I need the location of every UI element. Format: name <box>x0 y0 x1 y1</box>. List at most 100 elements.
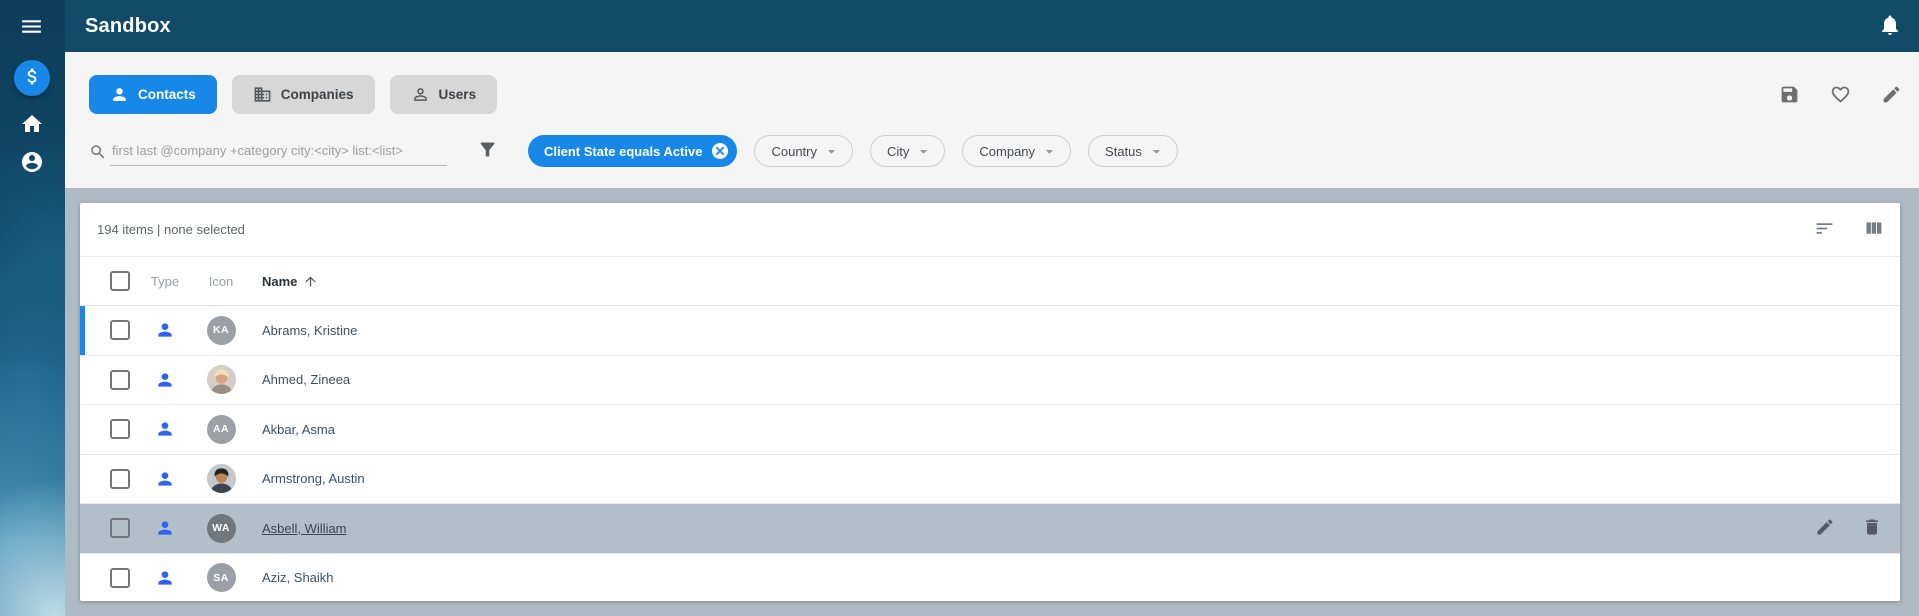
tab-companies[interactable]: Companies <box>231 75 375 114</box>
edit-row-button[interactable] <box>1815 517 1835 540</box>
avatar: KA <box>206 315 236 345</box>
dropdown-filter-chips: Country City Company Status <box>754 135 1178 167</box>
view-columns-icon <box>1863 218 1884 242</box>
edit-button[interactable] <box>1881 84 1902 108</box>
row-checkbox[interactable] <box>110 320 130 341</box>
table-row[interactable]: Ahmed, Zineea <box>80 356 1900 405</box>
list-header: 194 items | none selected <box>80 203 1900 257</box>
contact-type-icon <box>132 419 198 439</box>
table-row[interactable]: WA Asbell, William <box>80 504 1900 554</box>
avatar: SA <box>206 563 236 593</box>
home-icon <box>20 112 44 139</box>
filter-chips: Client State equals Active Country City Co… <box>528 135 1178 167</box>
sort-icon <box>1814 218 1835 242</box>
active-row-indicator <box>80 306 85 355</box>
contact-name-link[interactable]: Akbar, Asma <box>262 422 335 437</box>
edit-icon <box>1881 84 1902 108</box>
filter-chip-country[interactable]: Country <box>754 135 853 167</box>
contact-type-icon <box>132 518 198 538</box>
row-checkbox[interactable] <box>110 518 130 539</box>
columns-button[interactable] <box>1863 218 1884 242</box>
active-filter-chip[interactable]: Client State equals Active <box>528 135 738 167</box>
chevron-down-icon <box>915 143 932 160</box>
favorite-button[interactable] <box>1830 84 1851 108</box>
column-header-type: Type <box>150 273 180 289</box>
home-button[interactable] <box>20 112 44 139</box>
contact-name-link[interactable]: Ahmed, Zineea <box>262 372 350 387</box>
avatar: AA <box>206 414 236 444</box>
account-button[interactable] <box>20 150 44 177</box>
chip-label: Company <box>979 143 1036 159</box>
contact-photo-avatar <box>206 365 236 395</box>
chip-label: Country <box>771 143 817 159</box>
contact-type-icon <box>132 320 198 340</box>
chevron-down-icon <box>1148 143 1165 160</box>
chevron-down-icon <box>823 143 840 160</box>
bell-icon <box>1878 13 1902 40</box>
sort-button[interactable] <box>1814 218 1835 242</box>
remove-filter-icon[interactable] <box>711 142 729 160</box>
entity-tabs: Contacts Companies Users <box>89 75 498 114</box>
contacts-table-body: KA Abrams, Kristine Ahmed, Zineea AA Akbar, … <box>80 306 1900 601</box>
top-app-bar: Sandbox <box>65 0 1919 52</box>
save-icon <box>1779 84 1800 108</box>
sort-ascending-icon <box>303 274 318 289</box>
sidebar <box>0 0 65 616</box>
items-count: 194 items | none selected <box>97 222 245 237</box>
select-all-checkbox[interactable] <box>110 271 130 291</box>
delete-icon <box>1862 517 1882 540</box>
filter-button[interactable] <box>477 139 498 163</box>
tab-label: Contacts <box>138 87 196 102</box>
row-checkbox[interactable] <box>110 567 130 588</box>
contact-type-icon <box>132 568 198 588</box>
active-filter-label: Client State equals Active <box>544 143 703 159</box>
delete-row-button[interactable] <box>1862 517 1882 540</box>
menu-button[interactable] <box>19 14 44 42</box>
person-icon <box>110 85 129 104</box>
save-button[interactable] <box>1779 84 1800 108</box>
sales-dollar-button[interactable] <box>14 60 50 96</box>
contact-type-icon <box>132 469 198 489</box>
chip-label: Status <box>1105 143 1142 159</box>
account-circle-icon <box>20 150 44 177</box>
contact-type-icon <box>132 370 198 390</box>
page-title: Sandbox <box>85 14 171 37</box>
edit-icon <box>1815 517 1835 540</box>
search-input[interactable] <box>110 139 447 166</box>
notifications-button[interactable] <box>1878 13 1902 40</box>
column-header-icon: Icon <box>208 273 234 289</box>
filter-chip-company[interactable]: Company <box>962 135 1072 167</box>
menu-icon <box>19 14 44 42</box>
contact-photo-avatar <box>206 464 236 494</box>
table-row[interactable]: AA Akbar, Asma <box>80 405 1900 455</box>
avatar: WA <box>206 513 236 543</box>
chevron-down-icon <box>1041 143 1058 160</box>
table-row[interactable]: Armstrong, Austin <box>80 455 1900 504</box>
funnel-icon <box>477 139 498 163</box>
contact-name-link[interactable]: Asbell, William <box>262 521 347 536</box>
results-region: 194 items | none selected Type Icon Name <box>65 188 1919 616</box>
companies-icon <box>253 85 272 104</box>
filter-chip-status[interactable]: Status <box>1088 135 1178 167</box>
tab-label: Companies <box>280 87 354 102</box>
row-checkbox[interactable] <box>110 369 130 390</box>
results-card: 194 items | none selected Type Icon Name <box>80 203 1900 601</box>
row-checkbox[interactable] <box>110 419 130 440</box>
table-row[interactable]: KA Abrams, Kristine <box>80 306 1900 356</box>
view-actions <box>1779 84 1902 108</box>
search-icon <box>89 143 107 166</box>
tab-users[interactable]: Users <box>389 75 498 114</box>
row-checkbox[interactable] <box>110 468 130 489</box>
column-header-name[interactable]: Name <box>262 274 318 289</box>
row-actions <box>1815 517 1900 540</box>
dollar-icon <box>22 66 43 90</box>
filter-chip-city[interactable]: City <box>870 135 946 167</box>
tab-label: Users <box>438 87 477 102</box>
chip-label: City <box>887 143 910 159</box>
contact-name-link[interactable]: Abrams, Kristine <box>262 323 357 338</box>
table-row[interactable]: SA Aziz, Shaikh <box>80 554 1900 602</box>
favorite-icon <box>1830 84 1851 108</box>
tab-contacts[interactable]: Contacts <box>89 75 217 114</box>
contact-name-link[interactable]: Armstrong, Austin <box>262 471 365 486</box>
contact-name-link[interactable]: Aziz, Shaikh <box>262 570 334 585</box>
